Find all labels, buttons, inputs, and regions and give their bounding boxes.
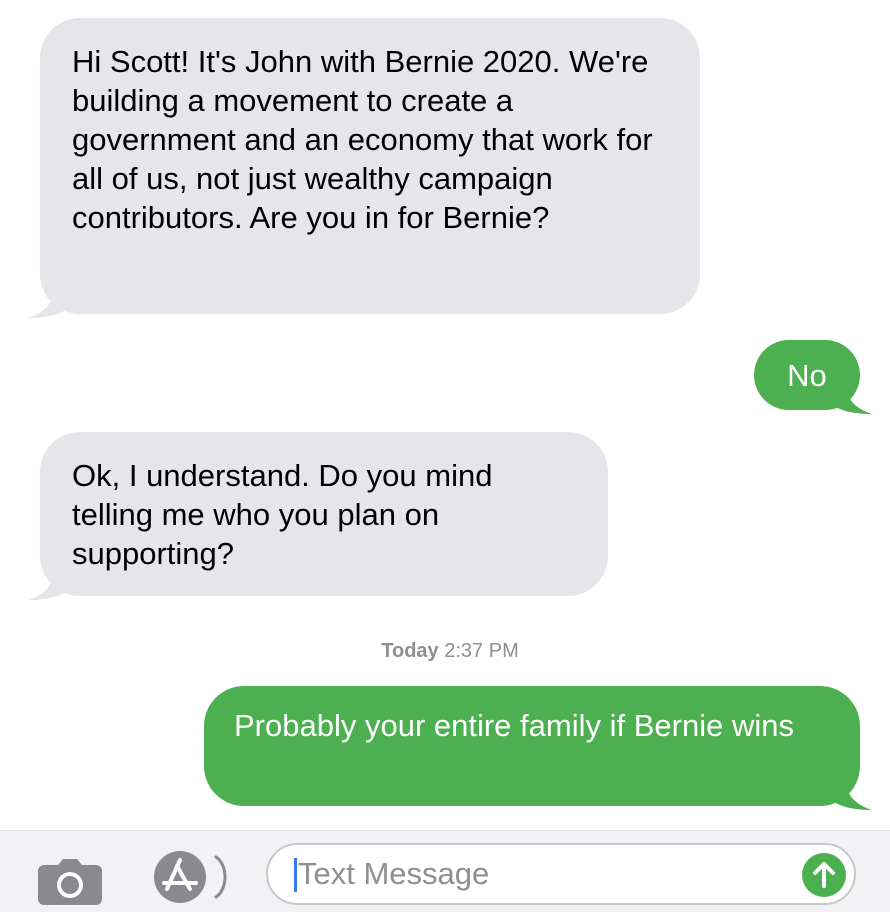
text-cursor: [294, 858, 297, 892]
app-store-icon: [154, 851, 227, 903]
text-message-input[interactable]: [298, 853, 768, 895]
message-timestamp: Today 2:37 PM: [0, 640, 890, 663]
incoming-message[interactable]: Hi Scott! It's John with Bernie 2020. We…: [28, 18, 700, 318]
timestamp-day: Today: [381, 640, 439, 662]
outgoing-message[interactable]: No: [754, 340, 872, 414]
bubble-tail: [832, 780, 872, 810]
send-button[interactable]: [802, 853, 846, 897]
message-thread: Hi Scott! It's John with Bernie 2020. We…: [0, 0, 890, 830]
text-message-field[interactable]: [266, 843, 856, 905]
arrow-up-icon: [813, 862, 835, 888]
outgoing-message[interactable]: Probably your entire family if Bernie wi…: [204, 686, 872, 810]
message-text: Probably your entire family if Bernie wi…: [234, 708, 794, 743]
message-text: Hi Scott! It's John with Bernie 2020. We…: [72, 44, 653, 235]
incoming-message[interactable]: Ok, I understand. Do you mind telling me…: [28, 432, 608, 600]
message-text: Ok, I understand. Do you mind telling me…: [72, 458, 493, 571]
camera-icon: [38, 859, 102, 905]
app-store-button[interactable]: [150, 849, 240, 905]
bubble-tail: [832, 384, 872, 414]
bubble-tail: [28, 288, 68, 318]
bubble-tail: [28, 570, 68, 600]
timestamp-time: 2:37 PM: [444, 640, 519, 662]
message-text: No: [787, 358, 827, 393]
camera-button[interactable]: [36, 857, 104, 907]
message-composer: [0, 830, 890, 912]
